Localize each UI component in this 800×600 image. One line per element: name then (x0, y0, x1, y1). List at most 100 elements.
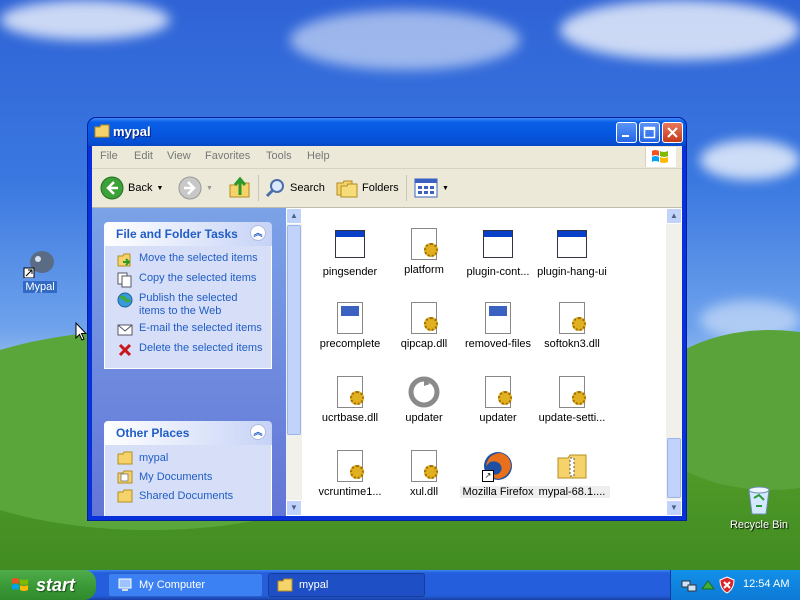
file-item[interactable]: pingsender (312, 228, 388, 278)
file-item[interactable]: mypal-68.1.... (534, 450, 610, 498)
windows-flag-icon (12, 578, 28, 591)
file-view[interactable]: ▲ ▼ pingsender platform plugin-cont... p… (286, 208, 682, 516)
taskbar-item-label: mypal (299, 579, 329, 591)
network-icon[interactable] (681, 577, 697, 593)
window-title: mypal (113, 124, 151, 139)
panel-header[interactable]: File and Folder Tasks ︽ (104, 222, 272, 246)
file-folder-tasks-panel: File and Folder Tasks ︽ Move the selecte… (104, 222, 272, 369)
security-shield-icon[interactable] (719, 576, 735, 594)
task-pane: File and Folder Tasks ︽ Move the selecte… (92, 208, 286, 516)
file-item[interactable]: updater (386, 376, 462, 424)
system-tray: 12:54 AM (670, 570, 800, 600)
file-item[interactable]: precomplete (312, 302, 388, 350)
taskbar-item-my-computer[interactable]: My Computer (108, 573, 263, 597)
file-item[interactable]: platform (386, 228, 462, 276)
recycle-bin-icon (748, 486, 770, 515)
folder-icon (277, 578, 293, 592)
zip-folder-icon (556, 450, 588, 482)
toolbar: Back ▼ ▼ Search Folders ▼ (92, 169, 682, 208)
forward-button[interactable]: ▼ (178, 174, 213, 202)
folders-button[interactable]: Folders (336, 174, 399, 202)
task-email[interactable]: E-mail the selected items (117, 322, 263, 338)
file-name: xul.dll (409, 486, 439, 498)
file-item[interactable]: updater (460, 376, 536, 424)
file-item[interactable]: removed-files (460, 302, 536, 350)
back-label: Back (128, 182, 153, 194)
file-name: precomplete (319, 338, 381, 350)
right-scrollbar[interactable]: ▲ ▼ (666, 208, 682, 516)
settings-file-icon (556, 376, 588, 408)
start-button[interactable]: start (0, 570, 96, 600)
views-icon (414, 178, 438, 198)
file-item[interactable]: plugin-cont... (460, 228, 536, 278)
place-mypal[interactable]: mypal (117, 451, 263, 465)
file-name: removed-files (464, 338, 532, 350)
file-name: mypal-68.1.... (534, 486, 610, 498)
views-button[interactable]: ▼ (414, 174, 449, 202)
menu-tools[interactable]: Tools (266, 150, 292, 162)
scroll-down-arrow-icon[interactable]: ▼ (666, 500, 682, 516)
task-label: Publish the selected items to the Web (139, 292, 238, 317)
title-bar[interactable]: mypal (88, 118, 686, 146)
file-item[interactable]: softokn3.dll (534, 302, 610, 350)
scroll-down-arrow-icon[interactable]: ▼ (286, 500, 302, 516)
back-button[interactable]: Back ▼ (100, 174, 163, 202)
windows-logo (645, 147, 676, 167)
place-my-documents[interactable]: My Documents (117, 470, 263, 484)
scroll-thumb[interactable] (667, 438, 681, 498)
windows-flag-icon (652, 150, 668, 163)
explorer-window[interactable]: mypal File Edit View Favorites Tools Hel… (88, 118, 686, 520)
file-item[interactable]: ucrtbase.dll (312, 376, 388, 424)
file-item[interactable]: qipcap.dll (386, 302, 462, 350)
safely-remove-icon[interactable] (700, 577, 716, 593)
file-item[interactable]: update-setti... (534, 376, 610, 424)
dll-icon (334, 376, 366, 408)
scroll-up-arrow-icon[interactable]: ▲ (666, 208, 682, 224)
maximize-button[interactable] (639, 122, 660, 143)
collapse-chevron-icon[interactable]: ︽ (250, 225, 266, 241)
file-name: ucrtbase.dll (321, 412, 379, 424)
minimize-button[interactable] (616, 122, 637, 143)
scroll-up-arrow-icon[interactable]: ▲ (286, 208, 302, 224)
scroll-thumb[interactable] (287, 225, 301, 435)
mypal-icon (23, 251, 54, 279)
panel-header[interactable]: Other Places ︽ (104, 421, 272, 445)
desktop-icon-label: Recycle Bin (729, 519, 789, 531)
task-delete[interactable]: Delete the selected items (117, 342, 263, 358)
dll-icon (334, 450, 366, 482)
firefox-shortcut-icon: ↗ (482, 450, 514, 482)
file-name: updater (479, 412, 517, 424)
folders-icon (336, 180, 358, 198)
taskbar-item-mypal[interactable]: mypal (268, 573, 425, 597)
file-name: plugin-hang-ui (537, 266, 607, 278)
forward-dropdown-icon: ▼ (206, 184, 213, 192)
menu-edit[interactable]: Edit (134, 150, 153, 162)
clock[interactable]: 12:54 AM (743, 578, 789, 590)
file-name: plugin-cont... (466, 266, 530, 278)
menu-file[interactable]: File (100, 150, 118, 162)
menu-bar: File Edit View Favorites Tools Help (92, 146, 682, 169)
close-button[interactable] (662, 122, 683, 143)
back-dropdown-icon[interactable]: ▼ (156, 185, 163, 192)
publish-icon (117, 292, 133, 308)
task-copy[interactable]: Copy the selected items (117, 272, 263, 288)
left-scrollbar[interactable]: ▲ ▼ (286, 208, 302, 516)
file-item[interactable]: xul.dll (386, 450, 462, 498)
dll-icon (556, 302, 588, 334)
task-publish[interactable]: Publish the selected items to the Web (117, 292, 263, 318)
file-item[interactable]: vcruntime1... (312, 450, 388, 498)
menu-favorites[interactable]: Favorites (205, 150, 250, 162)
desktop-icon-mypal[interactable]: Mypal (5, 246, 75, 293)
collapse-chevron-icon[interactable]: ︽ (250, 424, 266, 440)
place-shared-documents[interactable]: Shared Documents (117, 489, 263, 503)
copy-icon (117, 272, 132, 288)
file-item[interactable]: plugin-hang-ui (534, 228, 610, 278)
task-label: E-mail the selected items (139, 322, 262, 334)
search-button[interactable]: Search (264, 174, 325, 202)
menu-view[interactable]: View (167, 150, 191, 162)
task-move[interactable]: Move the selected items (117, 252, 263, 268)
up-folder-button[interactable] (228, 174, 252, 202)
desktop-icon-recycle-bin[interactable]: Recycle Bin (724, 484, 794, 531)
file-item[interactable]: ↗ Mozilla Firefox (460, 450, 536, 498)
menu-help[interactable]: Help (307, 150, 330, 162)
